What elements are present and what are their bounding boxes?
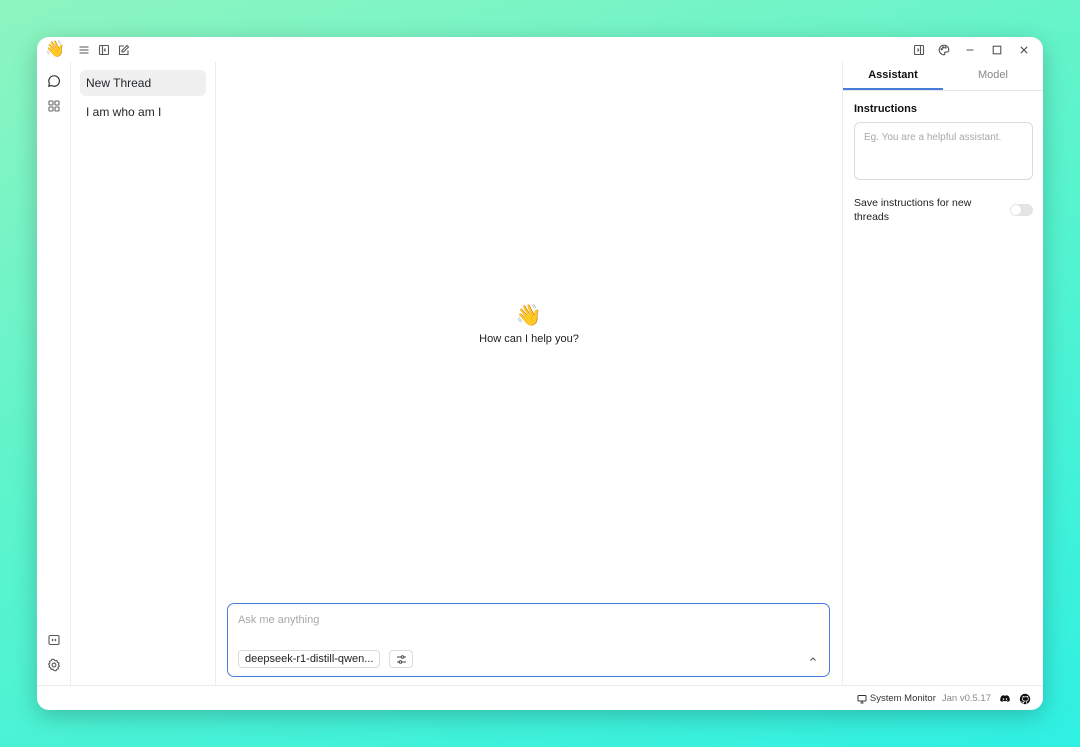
app-window: 👋 New Thread I am who am I 👋 How can I h…: [37, 37, 1043, 710]
model-selector-button[interactable]: deepseek-r1-distill-qwen...: [238, 650, 381, 668]
right-panel: Assistant Model Instructions Eg. You are…: [842, 62, 1043, 685]
chevron-up-icon[interactable]: [807, 653, 819, 665]
system-monitor-button[interactable]: System Monitor: [857, 693, 936, 704]
title-bar-right: [906, 40, 1037, 59]
github-icon[interactable]: [1019, 693, 1031, 705]
monitor-icon: [857, 694, 867, 703]
welcome-block: 👋 How can I help you?: [216, 304, 842, 345]
close-icon[interactable]: [1012, 40, 1036, 59]
version-label: Jan v0.5.17: [941, 693, 991, 704]
save-instructions-label: Save instructions for new threads: [854, 197, 972, 223]
tab-model[interactable]: Model: [943, 62, 1043, 90]
discord-icon[interactable]: [999, 693, 1011, 705]
instructions-input[interactable]: Eg. You are a helpful assistant.: [854, 122, 1033, 180]
wave-emoji: 👋: [515, 304, 543, 327]
terminal-icon[interactable]: [43, 629, 65, 651]
thread-item-new-thread[interactable]: New Thread: [80, 70, 206, 96]
panel-right-icon[interactable]: [908, 40, 930, 59]
chat-input[interactable]: Ask me anything: [238, 614, 319, 626]
welcome-text: How can I help you?: [479, 333, 579, 345]
system-monitor-label: System Monitor: [869, 693, 936, 704]
sliders-icon: [396, 654, 406, 664]
thread-list: New Thread I am who am I: [71, 62, 216, 685]
thread-item-i-am-who-am-i[interactable]: I am who am I: [80, 99, 206, 125]
chat-bubble-icon[interactable]: [43, 70, 65, 92]
menu-icon[interactable]: [75, 40, 94, 59]
model-settings-button[interactable]: [389, 650, 413, 668]
chat-composer[interactable]: Ask me anything deepseek-r1-distill-qwen…: [227, 603, 830, 677]
maximize-icon[interactable]: [985, 40, 1009, 59]
save-instructions-toggle[interactable]: [1010, 204, 1033, 216]
panel-left-icon[interactable]: [95, 40, 114, 59]
edit-icon[interactable]: [115, 40, 134, 59]
status-bar-right: System Monitor Jan v0.5.17: [857, 686, 1031, 710]
title-bar: 👋: [37, 37, 1043, 62]
instructions-label: Instructions: [854, 103, 917, 115]
app-logo: 👋: [45, 40, 65, 58]
grid-icon[interactable]: [43, 95, 65, 117]
gear-icon[interactable]: [43, 654, 65, 676]
right-panel-tabs: Assistant Model: [843, 62, 1043, 91]
tab-assistant[interactable]: Assistant: [843, 62, 943, 90]
toggle-knob: [1011, 205, 1021, 215]
icon-rail: [37, 62, 71, 685]
chat-main: 👋 How can I help you? Ask me anything de…: [216, 62, 842, 685]
minimize-icon[interactable]: [958, 40, 982, 59]
palette-icon[interactable]: [933, 40, 955, 59]
status-bar: System Monitor Jan v0.5.17: [37, 685, 1043, 710]
title-bar-left: 👋: [45, 40, 135, 59]
